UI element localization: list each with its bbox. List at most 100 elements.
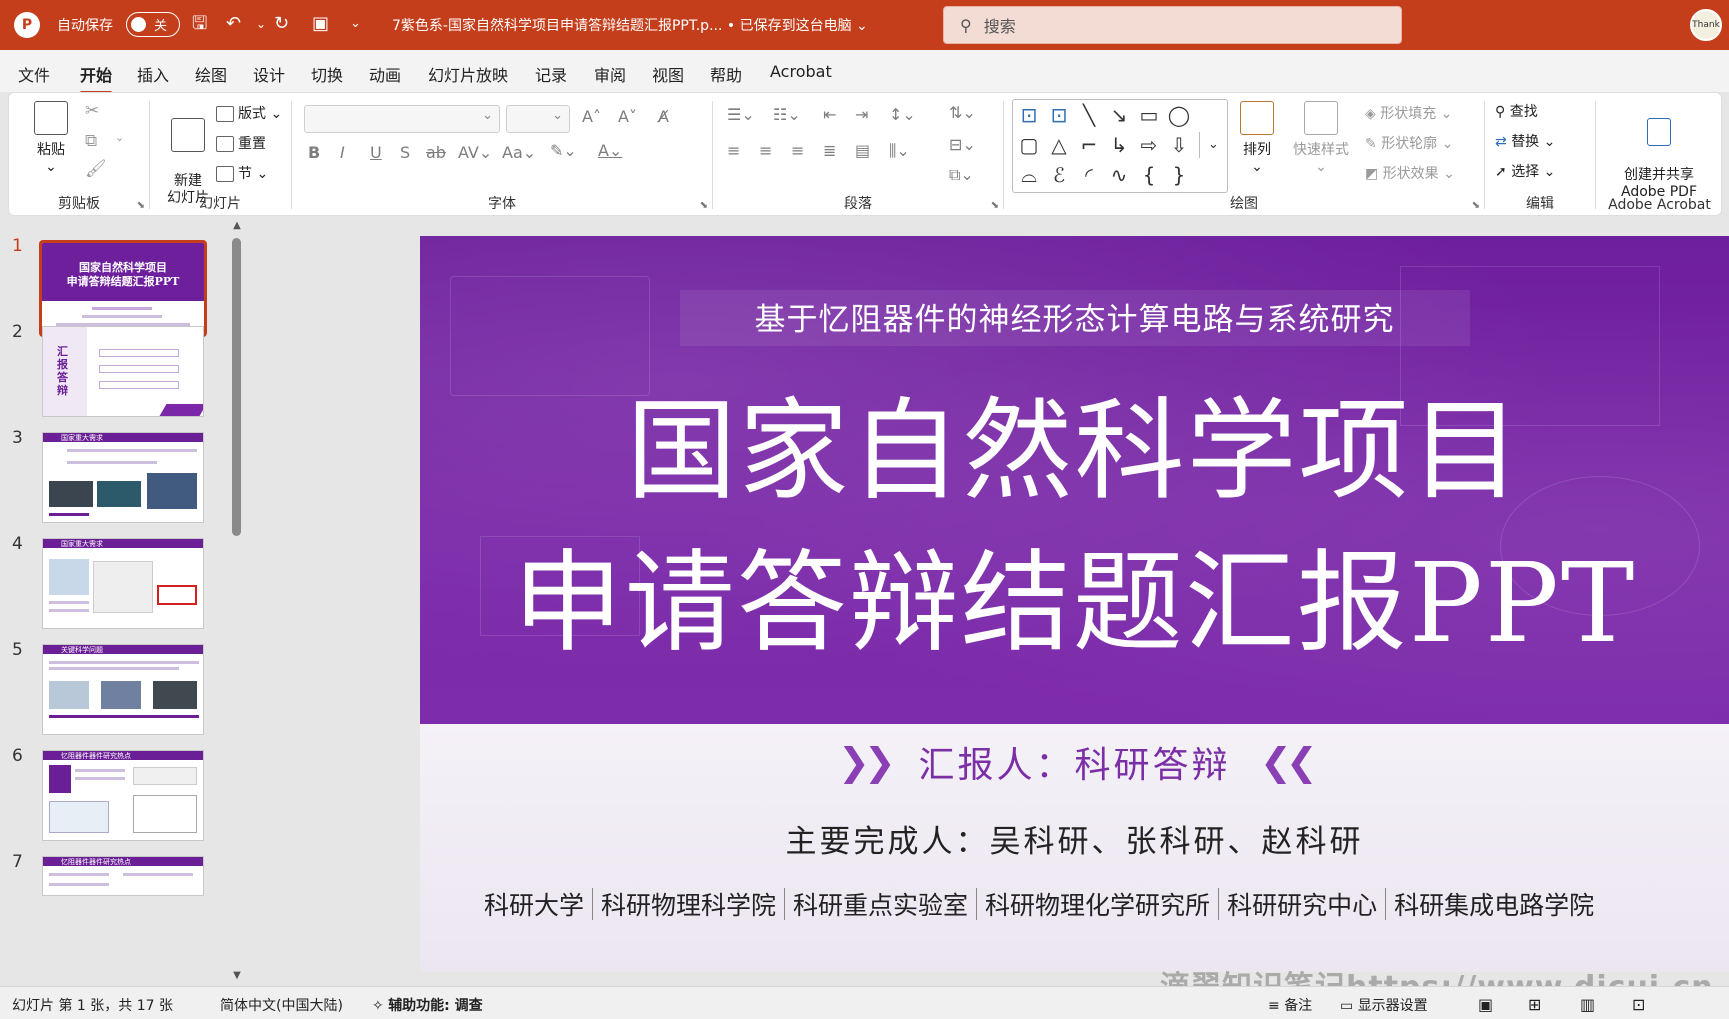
slide-thumbnail-6[interactable]: 忆阻器件器件研究热点 xyxy=(42,750,204,841)
thumbnails-scrollbar[interactable]: ▲ ▼ xyxy=(230,220,244,990)
institutions-row[interactable]: 科研大学 科研物理科学院 科研重点实验室 科研物理化学研究所 科研研究中心 科研… xyxy=(476,886,1602,922)
font-color-icon[interactable]: A⌄ xyxy=(598,141,622,160)
reading-view-icon[interactable]: ▥ xyxy=(1580,995,1595,1014)
copy-icon[interactable]: ⧉ xyxy=(85,131,97,151)
tab-insert[interactable]: 插入 xyxy=(137,62,169,86)
scribble-icon[interactable]: ℰ xyxy=(1045,162,1073,188)
font-launcher-icon[interactable]: ⬊ xyxy=(700,200,708,211)
elbow-connector-icon[interactable]: ⌐ xyxy=(1075,132,1103,158)
right-brace-icon[interactable]: } xyxy=(1165,162,1193,188)
elbow-arrow-icon[interactable]: ↳ xyxy=(1105,132,1133,158)
convert-to-smartart-icon[interactable]: ⧉⌄ xyxy=(949,165,974,185)
slide-count-status[interactable]: 幻灯片 第 1 张，共 17 张 xyxy=(12,995,173,1015)
left-brace-icon[interactable]: { xyxy=(1135,162,1163,188)
slide-title-line1[interactable]: 国家自然科学项目 xyxy=(420,388,1729,514)
arrange-button[interactable]: 排列 ⌄ xyxy=(1237,101,1277,175)
scrollbar-thumb[interactable] xyxy=(232,238,241,536)
select-button[interactable]: ➚ 选择 ⌄ xyxy=(1495,161,1555,181)
bold-icon[interactable]: B xyxy=(308,143,320,162)
right-arrow-icon[interactable]: ⇨ xyxy=(1135,132,1163,158)
slide-subtitle[interactable]: 基于忆阻器件的神经形态计算电路与系统研究 xyxy=(420,294,1729,339)
oval-icon[interactable]: ◯ xyxy=(1165,102,1193,128)
quick-styles-button[interactable]: 快速样式 ⌄ xyxy=(1291,101,1351,175)
customize-quick-access-icon[interactable]: ⌄ xyxy=(350,12,361,36)
line-spacing-icon[interactable]: ↕⌄ xyxy=(889,105,916,124)
shapes-more-icon[interactable]: ⌄ xyxy=(1199,132,1227,158)
undo-icon[interactable]: ↶ xyxy=(226,12,241,36)
save-icon[interactable]: 🖫 xyxy=(192,12,207,36)
slide-thumbnail-5[interactable]: 关键科学问题 xyxy=(42,644,204,735)
shape-outline-button[interactable]: ✎ 形状轮廓 ⌄ xyxy=(1365,133,1453,153)
rectangle-icon[interactable]: ▭ xyxy=(1135,102,1163,128)
text-shadow-icon[interactable]: S xyxy=(400,143,410,162)
tab-record[interactable]: 记录 xyxy=(535,62,567,86)
align-left-icon[interactable]: ≡ xyxy=(727,141,740,160)
font-size-field[interactable] xyxy=(506,105,570,133)
accessibility-status[interactable]: ✧ 辅助功能: 调查 xyxy=(372,995,483,1015)
slide-thumbnail-7[interactable]: 忆阻器件器件研究热点 xyxy=(42,856,204,896)
undo-dropdown-icon[interactable]: ⌄ xyxy=(256,12,266,36)
italic-icon[interactable]: I xyxy=(340,143,345,162)
textbox-icon[interactable]: ⊡ xyxy=(1015,102,1043,128)
clear-formatting-icon[interactable]: A̸ xyxy=(658,107,669,126)
clipboard-launcher-icon[interactable]: ⬊ xyxy=(137,200,145,211)
tab-animations[interactable]: 动画 xyxy=(369,62,401,86)
replace-button[interactable]: ⇄ 替换 ⌄ xyxy=(1495,131,1555,151)
slide-thumbnail-2[interactable]: 汇报答辩 xyxy=(42,326,204,417)
tab-file[interactable]: 文件 xyxy=(18,62,50,86)
increase-font-size-icon[interactable]: A˄ xyxy=(582,107,601,126)
change-case-icon[interactable]: Aa⌄ xyxy=(502,143,536,162)
slideshow-view-icon[interactable]: ⊡ xyxy=(1632,995,1645,1014)
shape-fill-button[interactable]: ◈ 形状填充 ⌄ xyxy=(1365,103,1452,123)
character-spacing-icon[interactable]: AV⌄ xyxy=(458,143,492,162)
tab-help[interactable]: 帮助 xyxy=(710,62,742,86)
tab-design[interactable]: 设计 xyxy=(253,62,285,86)
display-settings-button[interactable]: ▭ 显示器设置 xyxy=(1340,995,1428,1015)
copy-dropdown-icon[interactable]: ⌄ xyxy=(115,131,124,144)
create-share-pdf-button[interactable]: 创建并共享 Adobe PDF xyxy=(1606,101,1712,201)
triangle-icon[interactable]: △ xyxy=(1045,132,1073,158)
shape-effects-button[interactable]: ◩ 形状效果 ⌄ xyxy=(1365,163,1455,183)
curve-icon[interactable]: ∿ xyxy=(1105,162,1133,188)
paragraph-launcher-icon[interactable]: ⬊ xyxy=(991,200,999,211)
cut-icon[interactable]: ✂ xyxy=(85,101,99,121)
normal-view-icon[interactable]: ▣ xyxy=(1478,995,1493,1014)
increase-indent-icon[interactable]: ⇥ xyxy=(855,105,868,124)
columns-icon[interactable]: ⫼⌄ xyxy=(889,141,910,161)
highlight-color-icon[interactable]: ✎⌄ xyxy=(550,141,577,160)
search-box[interactable]: ⚲ 搜索 xyxy=(943,6,1402,44)
align-right-icon[interactable]: ≡ xyxy=(791,141,804,160)
authors-line[interactable]: 主要完成人：吴科研、张科研、赵科研 xyxy=(420,816,1729,861)
slide-thumbnail-1[interactable]: 国家自然科学项目 申请答辩结题汇报PPT xyxy=(39,240,207,337)
arrow-line-icon[interactable]: ↘ xyxy=(1105,102,1133,128)
bullets-icon[interactable]: ☰⌄ xyxy=(727,105,755,124)
notes-button[interactable]: ≡ 备注 xyxy=(1268,995,1312,1015)
new-slide-button[interactable]: 新建 幻灯片 xyxy=(158,101,218,207)
tab-draw[interactable]: 绘图 xyxy=(195,62,227,86)
tab-home[interactable]: 开始 xyxy=(80,62,113,94)
slide-thumbnail-3[interactable]: 国家重大需求 xyxy=(42,432,204,523)
reporter-line[interactable]: 汇报人：科研答辩 xyxy=(420,736,1729,788)
reset-button[interactable]: 重置 xyxy=(216,133,266,153)
strikethrough-icon[interactable]: ab xyxy=(426,143,446,162)
rounded-rectangle-icon[interactable]: ▢ xyxy=(1015,132,1043,158)
down-arrow-icon[interactable]: ⇩ xyxy=(1165,132,1193,158)
format-painter-icon[interactable]: 🖌 xyxy=(85,159,107,179)
tab-slideshow[interactable]: 幻灯片放映 xyxy=(428,62,508,86)
language-status[interactable]: 简体中文(中国大陆) xyxy=(220,995,343,1015)
slide-sorter-icon[interactable]: ⊞ xyxy=(1528,995,1541,1014)
text-direction-icon[interactable]: ⇅⌄ xyxy=(949,103,976,122)
tab-acrobat[interactable]: Acrobat xyxy=(770,62,832,81)
redo-icon[interactable]: ↻ xyxy=(274,12,289,36)
font-name-field[interactable] xyxy=(304,105,500,133)
section-button[interactable]: 节 ⌄ xyxy=(216,163,268,183)
decrease-font-size-icon[interactable]: A˅ xyxy=(618,107,637,126)
shapes-gallery[interactable]: ⊡ ⊡ ╲ ↘ ▭ ◯ ▢ △ ⌐ ↳ ⇨ ⇩ ⌓ ℰ ◜ ∿ { } ⌄ xyxy=(1012,99,1228,193)
justify-icon[interactable]: ≣ xyxy=(823,141,836,160)
document-title[interactable]: 7紫色系-国家自然科学项目申请答辩结题汇报PPT.p... • 已保存到这台电脑… xyxy=(392,15,868,35)
layout-button[interactable]: 版式 ⌄ xyxy=(216,103,282,123)
drawing-launcher-icon[interactable]: ⬊ xyxy=(1472,200,1480,211)
autosave-toggle[interactable]: 关 xyxy=(126,12,180,37)
tab-transitions[interactable]: 切换 xyxy=(311,62,343,86)
underline-icon[interactable]: U xyxy=(370,143,382,162)
